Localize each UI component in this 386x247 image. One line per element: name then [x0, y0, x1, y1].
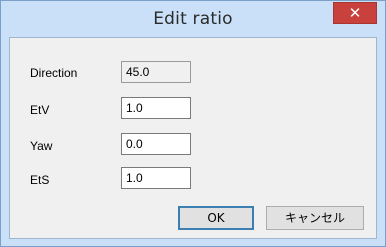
etv-field[interactable]: 1.0: [121, 97, 191, 119]
ets-field[interactable]: 1.0: [121, 167, 191, 189]
close-icon: ✕: [348, 4, 362, 22]
window-title: Edit ratio: [153, 9, 233, 29]
yaw-field[interactable]: 0.0: [121, 133, 191, 155]
yaw-label: Yaw: [30, 139, 53, 153]
direction-label: Direction: [30, 66, 78, 80]
cancel-button[interactable]: キャンセル: [266, 206, 364, 230]
etv-label: EtV: [30, 103, 50, 117]
direction-field: 45.0: [121, 61, 191, 83]
close-button[interactable]: ✕: [333, 2, 377, 24]
title-bar[interactable]: Edit ratio ✕: [1, 1, 385, 37]
edit-ratio-dialog: Edit ratio ✕ Direction 45.0 EtV 1.0 Yaw …: [0, 0, 386, 247]
ets-label: EtS: [30, 173, 50, 187]
dialog-body: Direction 45.0 EtV 1.0 Yaw 0.0 EtS 1.0 O…: [9, 37, 377, 239]
ok-button[interactable]: OK: [178, 206, 254, 230]
